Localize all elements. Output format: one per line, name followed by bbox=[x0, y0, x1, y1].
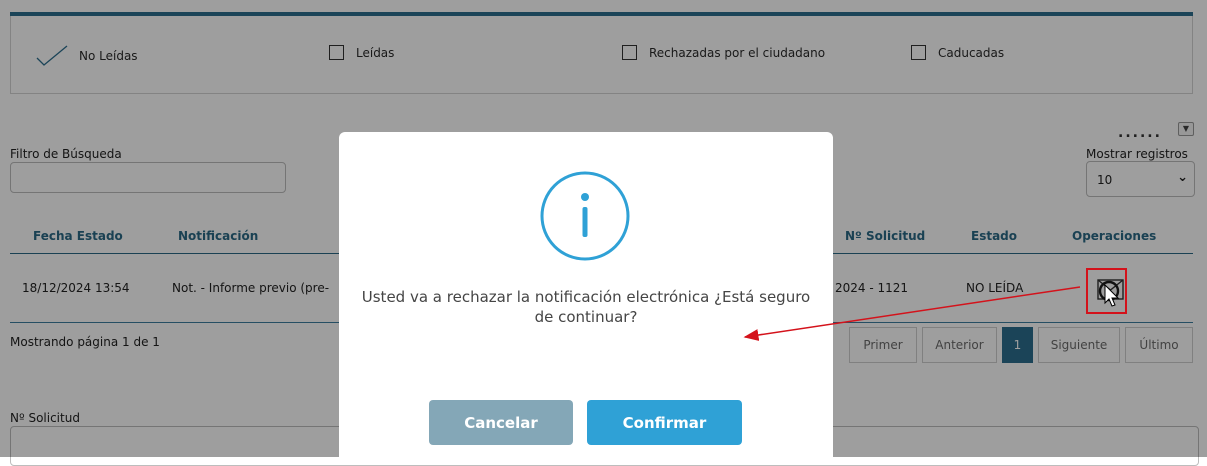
confirm-reject-dialog: Usted va a rechazar la notificación elec… bbox=[339, 132, 833, 457]
mouse-pointer-icon bbox=[1104, 284, 1120, 307]
cancel-button[interactable]: Cancelar bbox=[429, 400, 573, 445]
info-circle-icon bbox=[540, 171, 630, 261]
confirm-button[interactable]: Confirmar bbox=[587, 400, 742, 445]
dialog-message: Usted va a rechazar la notificación elec… bbox=[361, 288, 811, 326]
